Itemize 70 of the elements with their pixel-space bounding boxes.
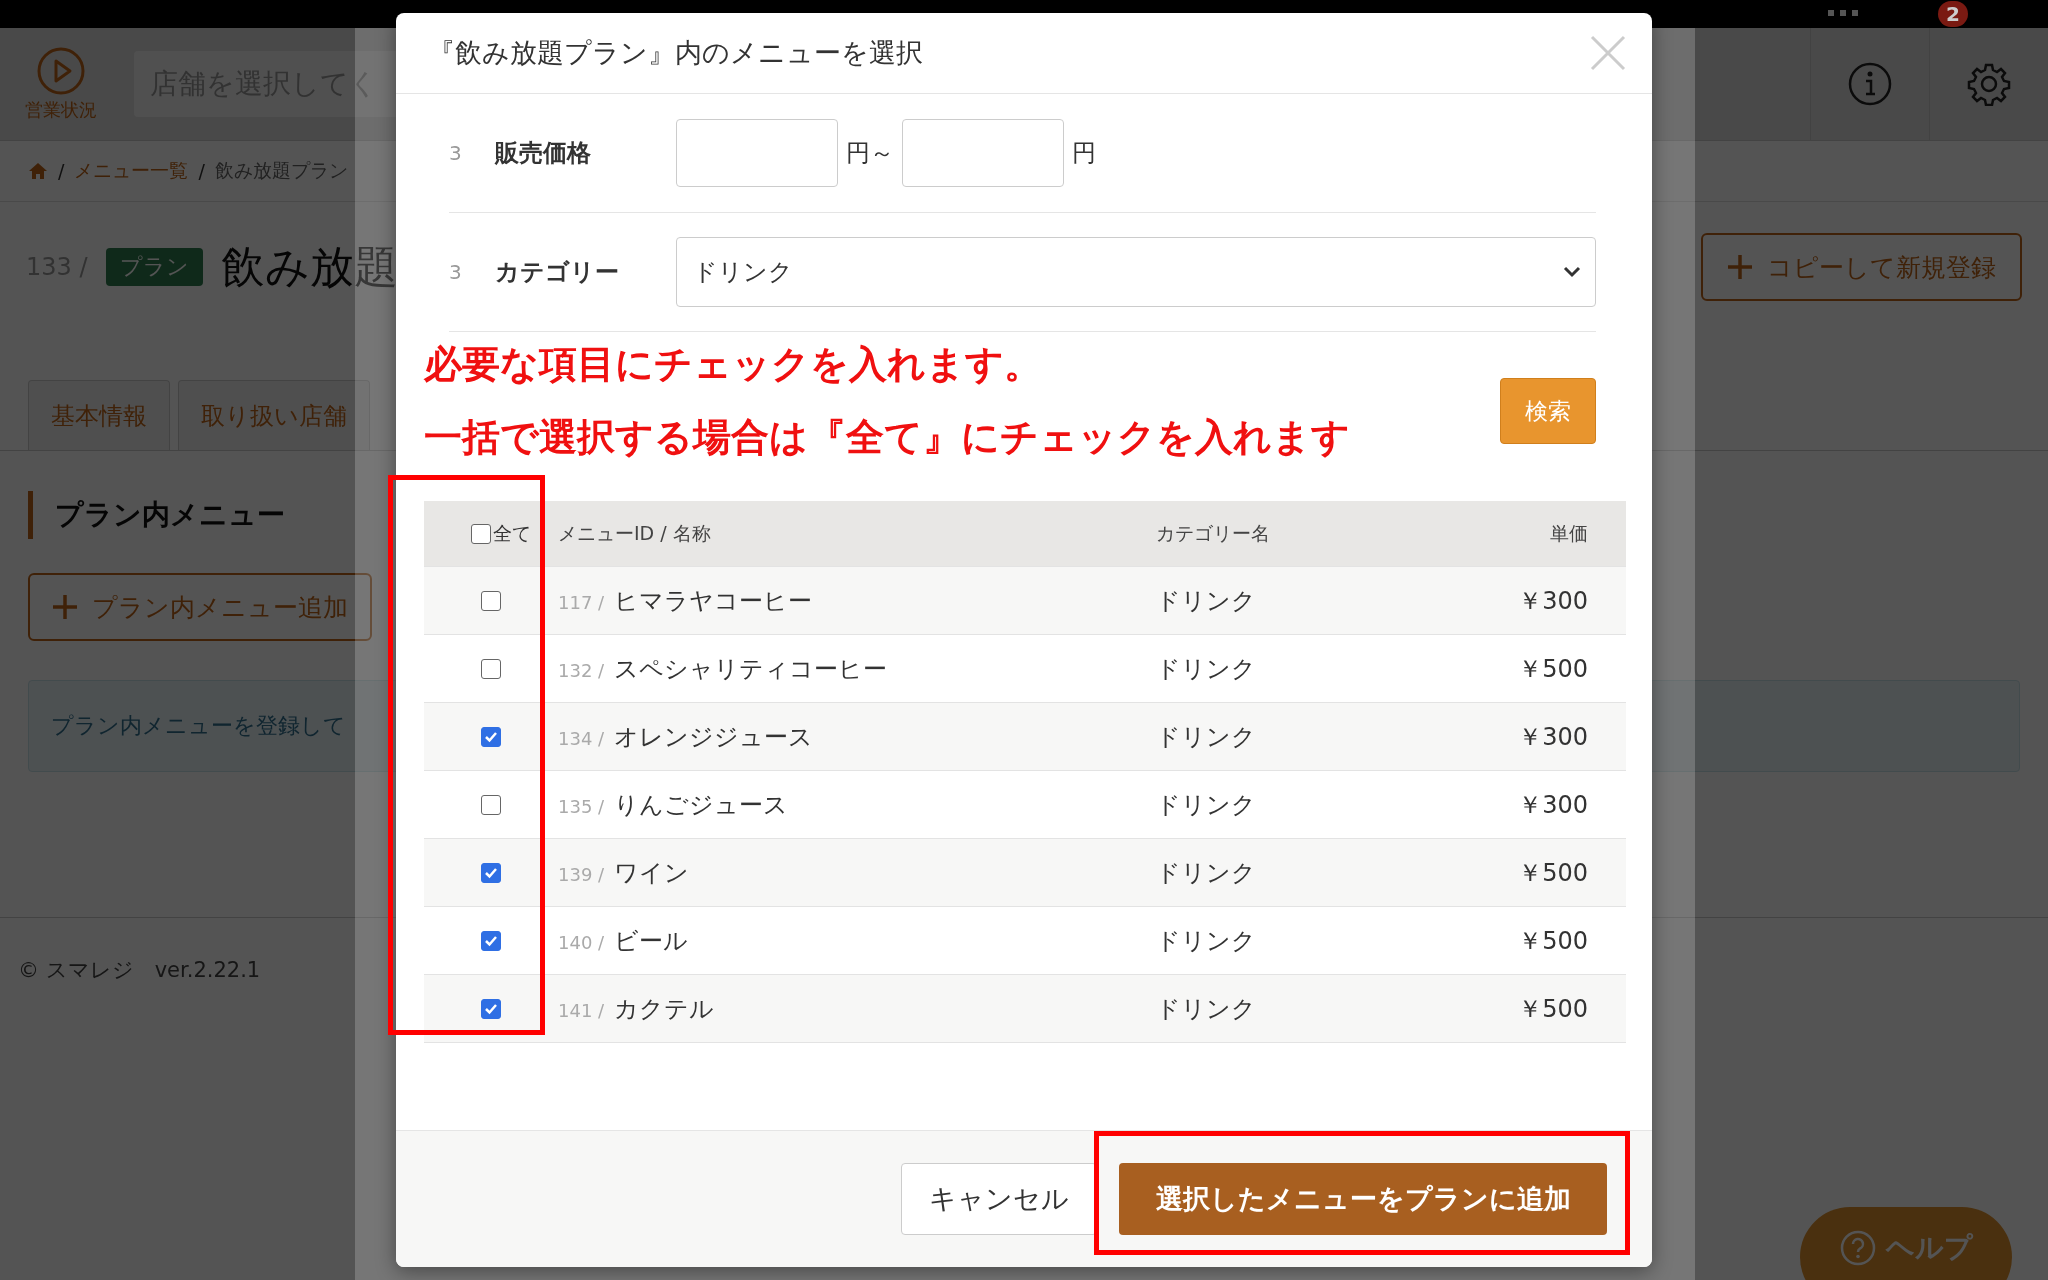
footer-text: © スマレジ ver.2.22.1 [18,958,261,982]
table-cell-text: ドリンク [1156,653,1257,685]
menu-name: ワイン [614,857,690,889]
table-cell-text: ￥300 [1517,721,1589,753]
menu-id: 117 / [558,591,605,613]
annotation-text: 必要な項目にチェックを入れます。 [424,341,1043,387]
filter-number: 3 [449,260,463,284]
table-cell-text: ドリンク [1156,721,1257,753]
copy-button[interactable]: コピーして新規登録 [1701,233,2022,301]
row-checkbox[interactable] [481,590,501,611]
menu-name: ビール [614,925,689,957]
unit-label: 円 [1072,138,1096,169]
category-select[interactable]: ドリンク [676,237,1596,307]
menu-dots-icon[interactable] [1828,10,1859,18]
plus-icon [52,594,78,620]
chevron-down-icon [1563,266,1581,278]
modal-title: 『飲み放題プラン』内のメニューを選択 [428,36,923,70]
status-label[interactable]: 営業状況 [25,98,97,122]
plus-icon [1727,254,1753,280]
annotation-text: 一括で選択する場合は『全て』にチェックを入れます [424,414,1350,460]
menu-id: 134 / [558,727,605,749]
cancel-button[interactable]: キャンセル [901,1163,1097,1235]
tab[interactable]: 取り扱い店舗 [178,380,370,450]
menu-id: 141 / [558,999,605,1021]
table-cell-text: ドリンク [1156,857,1257,889]
search-button[interactable]: 検索 [1500,378,1596,444]
filter-label: カテゴリー [495,257,620,288]
question-icon [1839,1229,1876,1266]
row-checkbox[interactable] [481,658,501,679]
price-field[interactable] [676,119,838,187]
menu-id: 140 / [558,931,605,953]
menu-name: オレンジジュース [614,721,814,753]
plan-badge: プラン [105,248,203,286]
tab[interactable]: 基本情報 [28,380,170,450]
filter-number: 3 [449,141,463,165]
add-selected-button[interactable]: 選択したメニューをプランに追加 [1119,1163,1607,1235]
price-field[interactable] [902,119,1064,187]
breadcrumb-separator: / [58,160,65,182]
menu-id: 135 / [558,795,605,817]
menu-name: りんごジュース [614,789,789,821]
table-cell-text: ドリンク [1156,925,1257,957]
help-button[interactable]: ヘルプ [1800,1207,2012,1280]
table-cell-text: ￥500 [1517,653,1589,685]
menu-name: ヒマラヤコーヒー [614,585,813,617]
page-title: 飲み放題 [220,239,398,294]
filter-label: 販売価格 [495,138,592,169]
row-checkbox[interactable] [481,726,501,747]
row-checkbox[interactable] [481,862,501,883]
table-cell-text: ドリンク [1156,789,1257,821]
breadcrumb-separator: / [198,160,205,182]
breadcrumb-item[interactable]: メニュー一覧 [74,158,189,184]
table-cell-text: ￥500 [1517,925,1589,957]
menu-id: 132 / [558,659,605,681]
menu-name: カクテル [614,993,715,1025]
table-cell-text: ￥500 [1517,857,1589,889]
menu-name: スペシャリティコーヒー [614,653,888,685]
unit-label: 円～ [846,138,894,169]
notification-badge: 2 [1938,1,1968,27]
table-cell-text: ドリンク [1156,993,1257,1025]
table-cell-text: ￥300 [1517,789,1589,821]
row-checkbox[interactable] [481,998,501,1019]
table-cell-text: ￥300 [1517,585,1589,617]
add-button[interactable]: プラン内メニュー追加 [28,573,372,641]
table-cell-text: ドリンク [1156,585,1257,617]
menu-id: 139 / [558,863,605,885]
select-all-checkbox[interactable] [471,523,491,544]
row-checkbox[interactable] [481,930,501,951]
notice-text: プラン内メニューを登録して [51,712,346,740]
row-checkbox[interactable] [481,794,501,815]
table-cell-text: ￥500 [1517,993,1589,1025]
